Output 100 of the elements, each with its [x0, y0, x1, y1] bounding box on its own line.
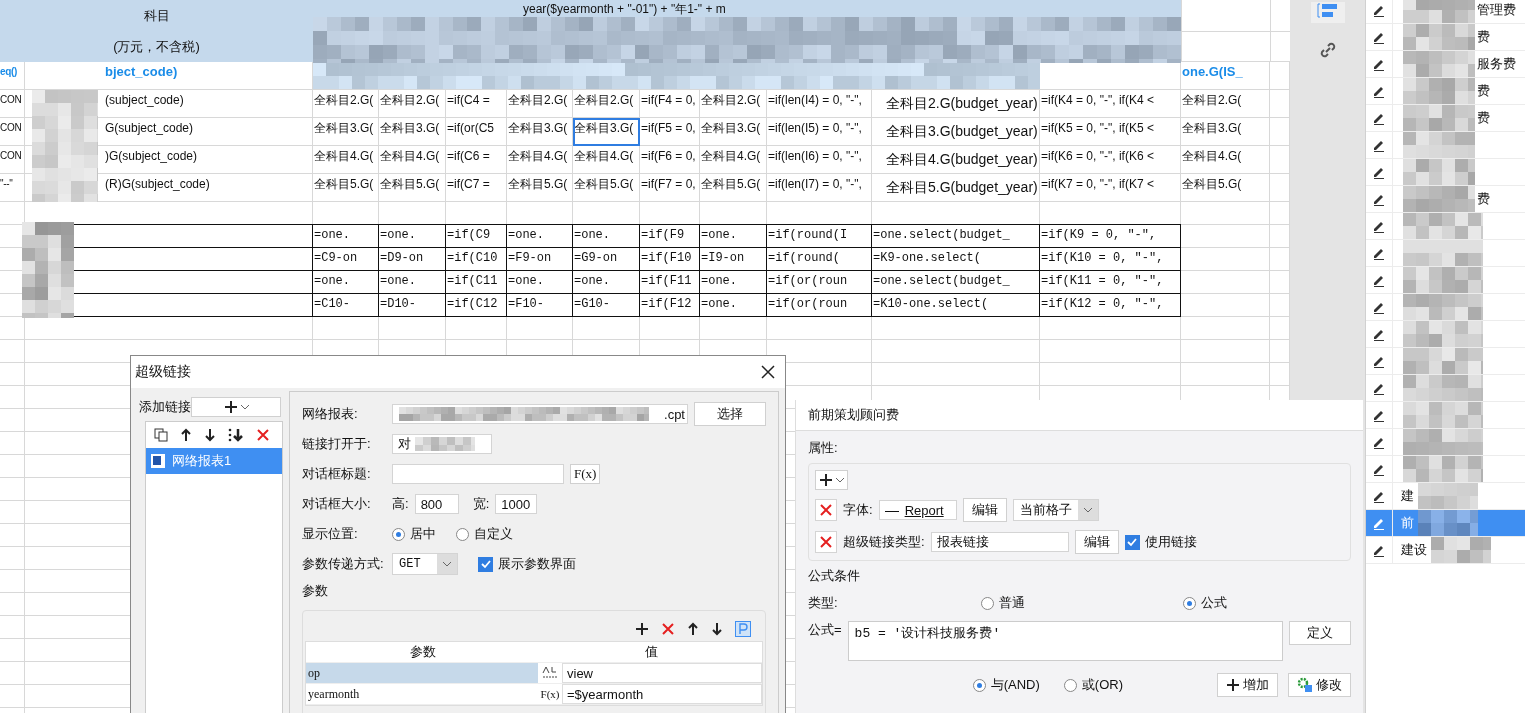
table-cell-text: 全科目3.G(: [700, 120, 762, 137]
edit-button[interactable]: 编辑: [1074, 530, 1119, 554]
list-item[interactable]: 费: [1366, 186, 1525, 213]
field-label: 网络报表:: [302, 405, 359, 423]
plus-icon[interactable]: [819, 473, 833, 487]
arrow-up-icon[interactable]: [180, 428, 192, 442]
formula-field[interactable]: b5 = '设计科技服务费': [847, 621, 1283, 661]
use-link-checkbox[interactable]: 使用链接: [1124, 533, 1197, 551]
open-in-field[interactable]: 对: [392, 434, 492, 454]
delete-icon[interactable]: [661, 622, 675, 636]
table-cell-text: =one.: [313, 273, 351, 290]
mosaic-blur: [1418, 483, 1478, 509]
link-icon[interactable]: [1318, 41, 1337, 59]
radio-option[interactable]: 普通: [981, 594, 1026, 612]
field-label: 高:: [392, 495, 409, 513]
group-title: 参数: [302, 582, 329, 600]
list-item[interactable]: [1366, 159, 1525, 186]
table-cell-text: =K9-one.select(: [872, 250, 983, 267]
field-label: 链接打开于:: [302, 435, 372, 453]
formula-button[interactable]: F(x): [570, 464, 601, 484]
sort-icon[interactable]: [228, 428, 244, 442]
modify-button[interactable]: 修改: [1288, 673, 1351, 697]
table-cell-text: 全科目3.G(: [507, 120, 569, 137]
column-header: 值: [644, 643, 658, 661]
radio-option[interactable]: 或(OR): [1063, 676, 1123, 694]
param-value[interactable]: =$yearmonth: [562, 684, 762, 704]
choose-button[interactable]: 选择: [694, 402, 766, 426]
item-label: 费: [1476, 82, 1490, 100]
delete-icon[interactable]: [819, 535, 833, 549]
caret-icon: [443, 561, 451, 567]
method-select[interactable]: GET: [392, 553, 458, 575]
plus-icon[interactable]: [1226, 678, 1240, 692]
copy-icon[interactable]: [154, 428, 168, 442]
radio-option[interactable]: 公式: [1183, 594, 1227, 612]
plus-icon[interactable]: [223, 400, 238, 414]
table-cell-text: =if(C12: [446, 296, 499, 313]
formula-type-label[interactable]: F(x): [538, 688, 562, 700]
arrow-down-icon[interactable]: [711, 622, 723, 636]
param-value[interactable]: view: [562, 663, 762, 683]
table-cell-text: =if(K12 = 0, "-",: [1040, 296, 1165, 313]
column-header: 参数: [410, 643, 437, 661]
table-cell-text: =if(F4 = 0,: [640, 92, 697, 109]
list-item[interactable]: 建: [1366, 483, 1525, 510]
param-name[interactable]: yearmonth: [306, 684, 538, 704]
font-preview[interactable]: Report: [878, 500, 957, 520]
arrow-down-icon[interactable]: [204, 428, 216, 442]
delete-icon[interactable]: [256, 428, 270, 442]
add-button[interactable]: [191, 397, 281, 417]
width-field[interactable]: 1000: [495, 494, 538, 514]
edit-button[interactable]: 编辑: [962, 498, 1007, 522]
arrow-up-icon[interactable]: [687, 622, 699, 636]
list-item[interactable]: 费: [1366, 105, 1525, 132]
table-cell-text: =one.select(budget_: [872, 227, 1011, 244]
height-field[interactable]: 800: [414, 494, 459, 514]
show-params-checkbox[interactable]: 展示参数界面: [478, 555, 576, 573]
link-type-field[interactable]: 报表链接: [930, 532, 1069, 552]
close-icon[interactable]: [761, 365, 775, 379]
pencil-icon: [1372, 381, 1386, 395]
gear-icon: [1297, 677, 1313, 693]
table-cell-text: bject_code): [104, 63, 179, 81]
define-button[interactable]: 定义: [1289, 621, 1351, 645]
table-cell-text: =if(C10: [446, 250, 499, 267]
add-condition-button[interactable]: 增加: [1217, 673, 1278, 697]
layout-icon[interactable]: [1316, 2, 1339, 20]
table-cell-text: =if(len(I7) = 0, "-",: [767, 176, 863, 193]
mosaic-blur: [1403, 51, 1475, 77]
pencil-icon: [1372, 354, 1386, 368]
table-cell-text: =if(C6 =: [446, 148, 491, 165]
radio-option[interactable]: 自定义: [456, 525, 513, 543]
table-cell: 全科目3.G(: [573, 118, 640, 146]
pencil-icon: [1372, 300, 1386, 314]
table-cell-text: =if(K7 = 0, "-", if(K7 <: [1040, 176, 1155, 193]
checkmark-icon: [1127, 537, 1138, 547]
dialog-title-field[interactable]: [392, 464, 564, 484]
table-cell-text: =if(round(I: [767, 227, 849, 244]
list-item[interactable]: 管理费: [1366, 0, 1525, 24]
add-button[interactable]: [815, 470, 848, 490]
pencil-icon: [1372, 462, 1386, 476]
radio-option[interactable]: 居中: [392, 525, 436, 543]
table-cell-text: 全科目3.G(: [379, 120, 441, 137]
table-cell-text: =G9-on: [573, 250, 619, 267]
delete-icon[interactable]: [819, 503, 833, 517]
table-cell-text: =if(len(I4) = 0, "-",: [767, 92, 863, 109]
parameter-icon[interactable]: [735, 621, 751, 637]
pencil-icon: [1372, 111, 1386, 125]
text-type-icon[interactable]: [541, 665, 559, 681]
list-item[interactable]: 费: [1366, 24, 1525, 51]
table-cell-text: CON: [0, 93, 23, 107]
list-item[interactable]: 服务费: [1366, 51, 1525, 78]
table-cell-text: =if(round(: [767, 250, 841, 267]
scope-select[interactable]: 当前格子: [1012, 499, 1099, 521]
plus-icon[interactable]: [635, 622, 649, 636]
report-field[interactable]: .cpt: [392, 404, 688, 424]
list-item[interactable]: 费: [1366, 78, 1525, 105]
radio-option[interactable]: 与(AND): [972, 676, 1040, 694]
param-name[interactable]: op: [306, 663, 538, 683]
report-icon: [150, 453, 166, 469]
pencil-icon: [1372, 408, 1386, 422]
list-item[interactable]: 建设: [1366, 537, 1525, 564]
field-label: 公式=: [808, 621, 842, 639]
